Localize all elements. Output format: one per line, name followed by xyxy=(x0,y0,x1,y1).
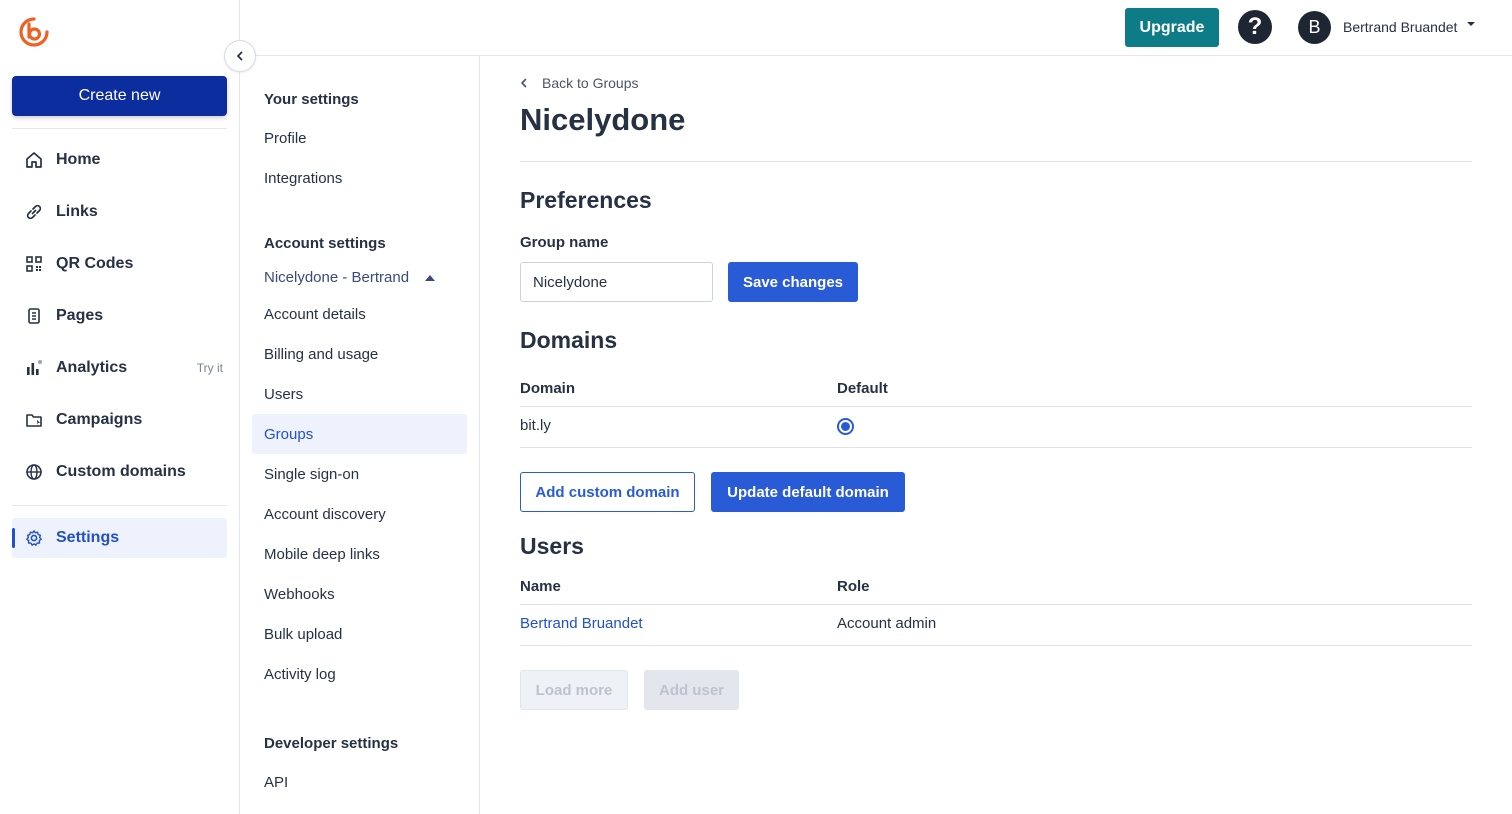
add-user-button[interactable]: Add user xyxy=(644,670,739,710)
nav-divider xyxy=(12,128,227,129)
upgrade-button[interactable]: Upgrade xyxy=(1125,8,1219,47)
nav-divider xyxy=(12,505,227,506)
subnav-item-billing[interactable]: Billing and usage xyxy=(252,334,467,374)
your-settings-heading: Your settings xyxy=(264,91,359,108)
domain-column-header: Domain xyxy=(520,380,576,397)
qr-code-icon xyxy=(24,254,44,274)
nav-item-label: Settings xyxy=(56,529,120,546)
group-name-label: Group name xyxy=(520,234,609,251)
chevron-left-icon xyxy=(235,51,245,61)
campaigns-icon xyxy=(24,410,44,430)
nav-item-pages[interactable]: Pages xyxy=(12,296,227,336)
user-name-link[interactable]: Bertrand Bruandet xyxy=(520,615,643,632)
back-link-label: Back to Groups xyxy=(542,75,639,91)
page-title: Nicelydone xyxy=(520,102,686,137)
subnav-item-bulk-upload[interactable]: Bulk upload xyxy=(252,614,467,654)
subnav-item-account-details[interactable]: Account details xyxy=(252,294,467,334)
help-icon[interactable]: ? xyxy=(1238,10,1272,44)
nav-item-label: Pages xyxy=(56,307,104,324)
subnav-item-mobile-deep-links[interactable]: Mobile deep links xyxy=(252,534,467,574)
nav-item-label: Analytics xyxy=(56,359,128,376)
nav-item-custom-domains[interactable]: Custom domains xyxy=(12,452,227,492)
link-icon xyxy=(24,202,44,222)
nav-item-label: Campaigns xyxy=(56,411,143,428)
nav-item-campaigns[interactable]: Campaigns xyxy=(12,400,227,440)
subnav-item-users[interactable]: Users xyxy=(252,374,467,414)
collapse-sidebar-button[interactable] xyxy=(224,40,256,72)
avatar[interactable]: B xyxy=(1298,11,1331,44)
account-settings-heading: Account settings xyxy=(264,235,386,252)
analytics-icon xyxy=(24,358,44,378)
subnav-item-groups[interactable]: Groups xyxy=(252,414,467,454)
settings-subnav: Your settings Profile Integrations Accou… xyxy=(240,56,480,814)
user-role-cell: Account admin xyxy=(837,615,937,632)
name-column-header: Name xyxy=(520,578,561,595)
update-default-domain-button[interactable]: Update default domain xyxy=(711,472,905,512)
nav-item-qr-codes[interactable]: QR Codes xyxy=(12,244,227,284)
nav-item-home[interactable]: Home xyxy=(12,140,227,180)
subnav-item-account-discovery[interactable]: Account discovery xyxy=(252,494,467,534)
account-switcher[interactable]: Nicelydone - Bertrand xyxy=(264,269,436,286)
load-more-button[interactable]: Load more xyxy=(520,670,628,710)
default-domain-radio[interactable] xyxy=(837,418,854,435)
home-icon xyxy=(24,150,44,170)
table-divider xyxy=(520,406,1472,407)
save-changes-button[interactable]: Save changes xyxy=(728,262,858,302)
table-divider xyxy=(520,604,1472,605)
globe-icon xyxy=(24,462,44,482)
nav-item-label: QR Codes xyxy=(56,255,134,272)
table-divider xyxy=(520,447,1472,448)
pages-icon xyxy=(24,306,44,326)
user-menu-name[interactable]: Bertrand Bruandet xyxy=(1343,19,1457,35)
nav-item-settings[interactable]: Settings xyxy=(12,518,227,558)
domain-cell: bit.ly xyxy=(520,417,551,434)
nav-item-label: Home xyxy=(56,151,101,168)
create-new-button[interactable]: Create new xyxy=(12,76,227,116)
caret-up-icon xyxy=(425,274,436,281)
default-column-header: Default xyxy=(837,380,888,397)
subnav-item-activity-log[interactable]: Activity log xyxy=(252,654,467,694)
role-column-header: Role xyxy=(837,578,870,595)
bitly-logo-icon[interactable] xyxy=(17,15,51,49)
back-to-groups-link[interactable]: Back to Groups xyxy=(520,75,639,91)
caret-down-icon[interactable] xyxy=(1467,22,1475,26)
top-bar: Upgrade ? B Bertrand Bruandet xyxy=(240,0,1512,56)
subnav-item-webhooks[interactable]: Webhooks xyxy=(252,574,467,614)
add-custom-domain-button[interactable]: Add custom domain xyxy=(520,472,695,512)
preferences-heading: Preferences xyxy=(520,187,652,213)
nav-item-analytics[interactable]: Analytics Try it xyxy=(12,348,227,388)
try-it-badge: Try it xyxy=(196,361,223,375)
subnav-item-profile[interactable]: Profile xyxy=(252,118,467,158)
developer-settings-heading: Developer settings xyxy=(264,735,399,752)
group-name-input[interactable] xyxy=(520,262,713,302)
left-navigation: Create new Home Links QR Codes Pages Ana… xyxy=(0,0,240,814)
subnav-item-integrations[interactable]: Integrations xyxy=(252,158,467,198)
subnav-item-sso[interactable]: Single sign-on xyxy=(252,454,467,494)
nav-item-label: Custom domains xyxy=(56,463,186,480)
users-heading: Users xyxy=(520,533,584,559)
account-name: Nicelydone - Bertrand xyxy=(264,269,410,286)
nav-item-label: Links xyxy=(56,203,98,220)
table-divider xyxy=(520,645,1472,646)
nav-item-links[interactable]: Links xyxy=(12,192,227,232)
chevron-left-icon xyxy=(520,78,528,88)
gear-icon xyxy=(24,528,44,548)
domains-heading: Domains xyxy=(520,327,618,353)
title-divider xyxy=(520,161,1472,162)
subnav-item-api[interactable]: API xyxy=(252,762,467,802)
